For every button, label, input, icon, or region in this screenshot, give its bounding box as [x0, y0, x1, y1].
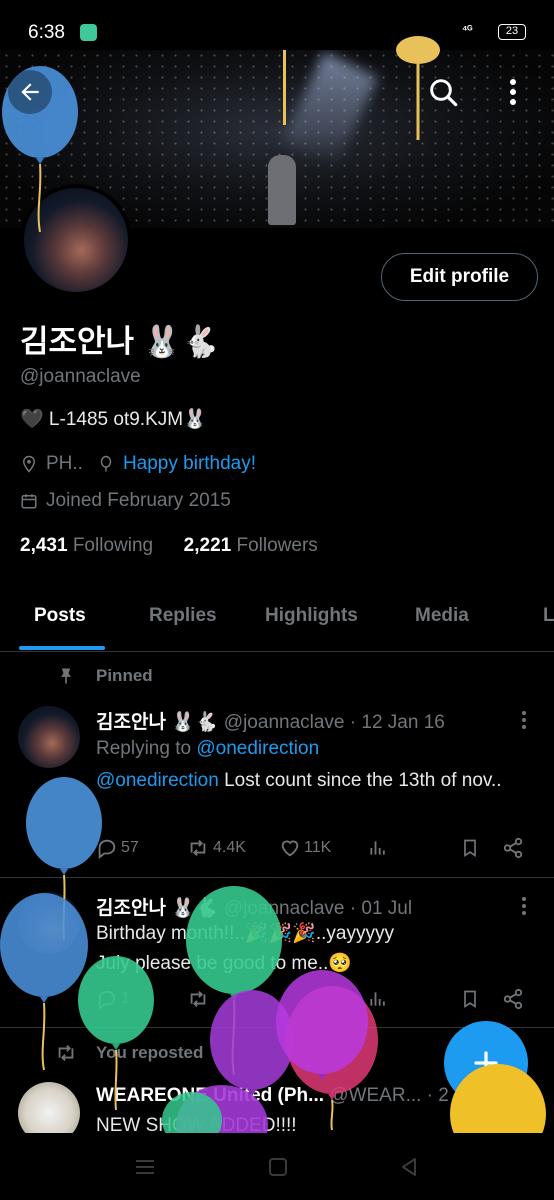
- network-indicator: ⁴ᴳ: [462, 24, 472, 36]
- tab-media[interactable]: Media: [415, 605, 469, 627]
- home-square-icon: [269, 1158, 287, 1176]
- followers-link[interactable]: 2,221 Followers: [184, 535, 318, 556]
- battery-indicator: 23: [498, 24, 526, 40]
- bookmark-icon: [464, 839, 476, 858]
- following-link[interactable]: 2,431 Following: [20, 535, 153, 556]
- edit-profile-button[interactable]: Edit profile: [381, 253, 538, 301]
- reply-icon: [98, 990, 116, 1010]
- profile-bio: 🖤 L-1485 ot9.KJM🐰: [20, 409, 207, 430]
- more-vertical-icon: [522, 897, 526, 915]
- repost-indicator: You reposted: [54, 1042, 203, 1064]
- tab-likes[interactable]: L: [543, 605, 554, 627]
- search-icon: [430, 79, 458, 107]
- tweet-more-button[interactable]: [514, 894, 534, 918]
- share-icon: [503, 988, 523, 1010]
- balloon-icon: [100, 455, 112, 472]
- like-icon: [281, 840, 299, 857]
- repost-button[interactable]: [186, 988, 210, 1010]
- tab-posts[interactable]: Posts: [34, 605, 86, 627]
- profile-tabs: Posts Replies Highlights Media L: [0, 590, 554, 652]
- tweet-more-button[interactable]: [514, 708, 534, 732]
- repost-icon: [190, 840, 206, 856]
- reply-button[interactable]: 57: [96, 837, 139, 859]
- profile-handle: @joannaclave: [20, 366, 141, 387]
- notification-app-icon: [80, 24, 97, 41]
- back-arrow-icon: [21, 83, 39, 101]
- reply-button[interactable]: 1: [96, 988, 130, 1010]
- tab-highlights[interactable]: Highlights: [265, 605, 358, 627]
- system-back-button[interactable]: [395, 1153, 423, 1181]
- follow-stats: 2,431 Following 2,221 Followers: [20, 535, 318, 557]
- location-pin-icon: [22, 455, 36, 473]
- replying-to: Replying to @onedirection: [96, 738, 320, 759]
- share-icon: [503, 837, 523, 859]
- balloon: [450, 1064, 546, 1133]
- views-icon: [370, 992, 385, 1006]
- tweet-birthday[interactable]: 김조안나 🐰🐇 @joannaclave · 01 Jul Birthday m…: [0, 878, 554, 1028]
- profile-avatar[interactable]: [20, 184, 132, 296]
- profile-meta-joined: Joined February 2015: [20, 490, 231, 512]
- tweet-avatar[interactable]: [18, 892, 80, 954]
- display-name: 김조안나 🐰🐇: [20, 324, 220, 359]
- recent-apps-button[interactable]: [131, 1153, 159, 1181]
- bookmark-button[interactable]: [460, 837, 480, 859]
- tweet-avatar[interactable]: [18, 706, 80, 768]
- joined-text: Joined February 2015: [46, 490, 231, 511]
- repost-icon: [190, 991, 206, 1007]
- repost-button[interactable]: 4.4K: [186, 837, 246, 859]
- reply-icon: [98, 839, 116, 859]
- views-button[interactable]: [368, 837, 388, 859]
- views-icon: [370, 841, 385, 855]
- profile-meta-location: PH.. Happy birthday!: [20, 453, 256, 475]
- share-button[interactable]: [502, 988, 524, 1010]
- views-button[interactable]: [368, 988, 388, 1010]
- bookmark-button[interactable]: [460, 988, 480, 1010]
- birthday-link[interactable]: Happy birthday!: [123, 453, 256, 475]
- share-button[interactable]: [502, 837, 524, 859]
- back-triangle-icon: [402, 1158, 416, 1176]
- tweet-actions: 1: [96, 988, 536, 1014]
- repost-icon: [58, 1045, 74, 1061]
- repost-label: You reposted: [96, 1043, 204, 1062]
- back-button[interactable]: [8, 70, 52, 114]
- location-text: PH..: [46, 453, 83, 474]
- like-button[interactable]: 11K: [279, 837, 331, 859]
- tab-replies[interactable]: Replies: [149, 605, 217, 627]
- more-vertical-icon: [522, 711, 526, 729]
- more-vertical-icon: [510, 79, 516, 105]
- search-button[interactable]: [421, 70, 465, 114]
- tab-active-indicator: [19, 646, 105, 650]
- system-nav-bar: [0, 1133, 554, 1200]
- home-button[interactable]: [264, 1153, 292, 1181]
- tweet-text: @onedirection Lost count since the 13th …: [96, 770, 502, 791]
- status-time: 6:38: [28, 22, 65, 43]
- tweet-author[interactable]: WEAREONE United (Ph... @WEAR... · 2: [96, 1085, 449, 1107]
- tweet-text: Birthday month!!..🎉🎉🎉..yayyyyy July plea…: [96, 923, 394, 974]
- bookmark-icon: [464, 990, 476, 1009]
- tweet-author[interactable]: 김조안나 🐰🐇 @joannaclave · 01 Jul: [96, 893, 412, 920]
- status-bar: 6:38 ⁴ᴳ 23: [0, 0, 554, 50]
- calendar-icon: [21, 494, 37, 509]
- tweet-actions: 57 4.4K 11K: [96, 837, 536, 863]
- more-options-button[interactable]: [495, 70, 531, 114]
- menu-icon: [136, 1160, 154, 1174]
- tweet-pinned[interactable]: 김조안나 🐰🐇 @joannaclave · 12 Jan 16 Replyin…: [0, 652, 554, 878]
- replying-to-mention[interactable]: @onedirection: [196, 738, 319, 759]
- tweet-author[interactable]: 김조안나 🐰🐇 @joannaclave · 12 Jan 16: [96, 707, 445, 734]
- tweet-mention[interactable]: @onedirection: [96, 770, 219, 791]
